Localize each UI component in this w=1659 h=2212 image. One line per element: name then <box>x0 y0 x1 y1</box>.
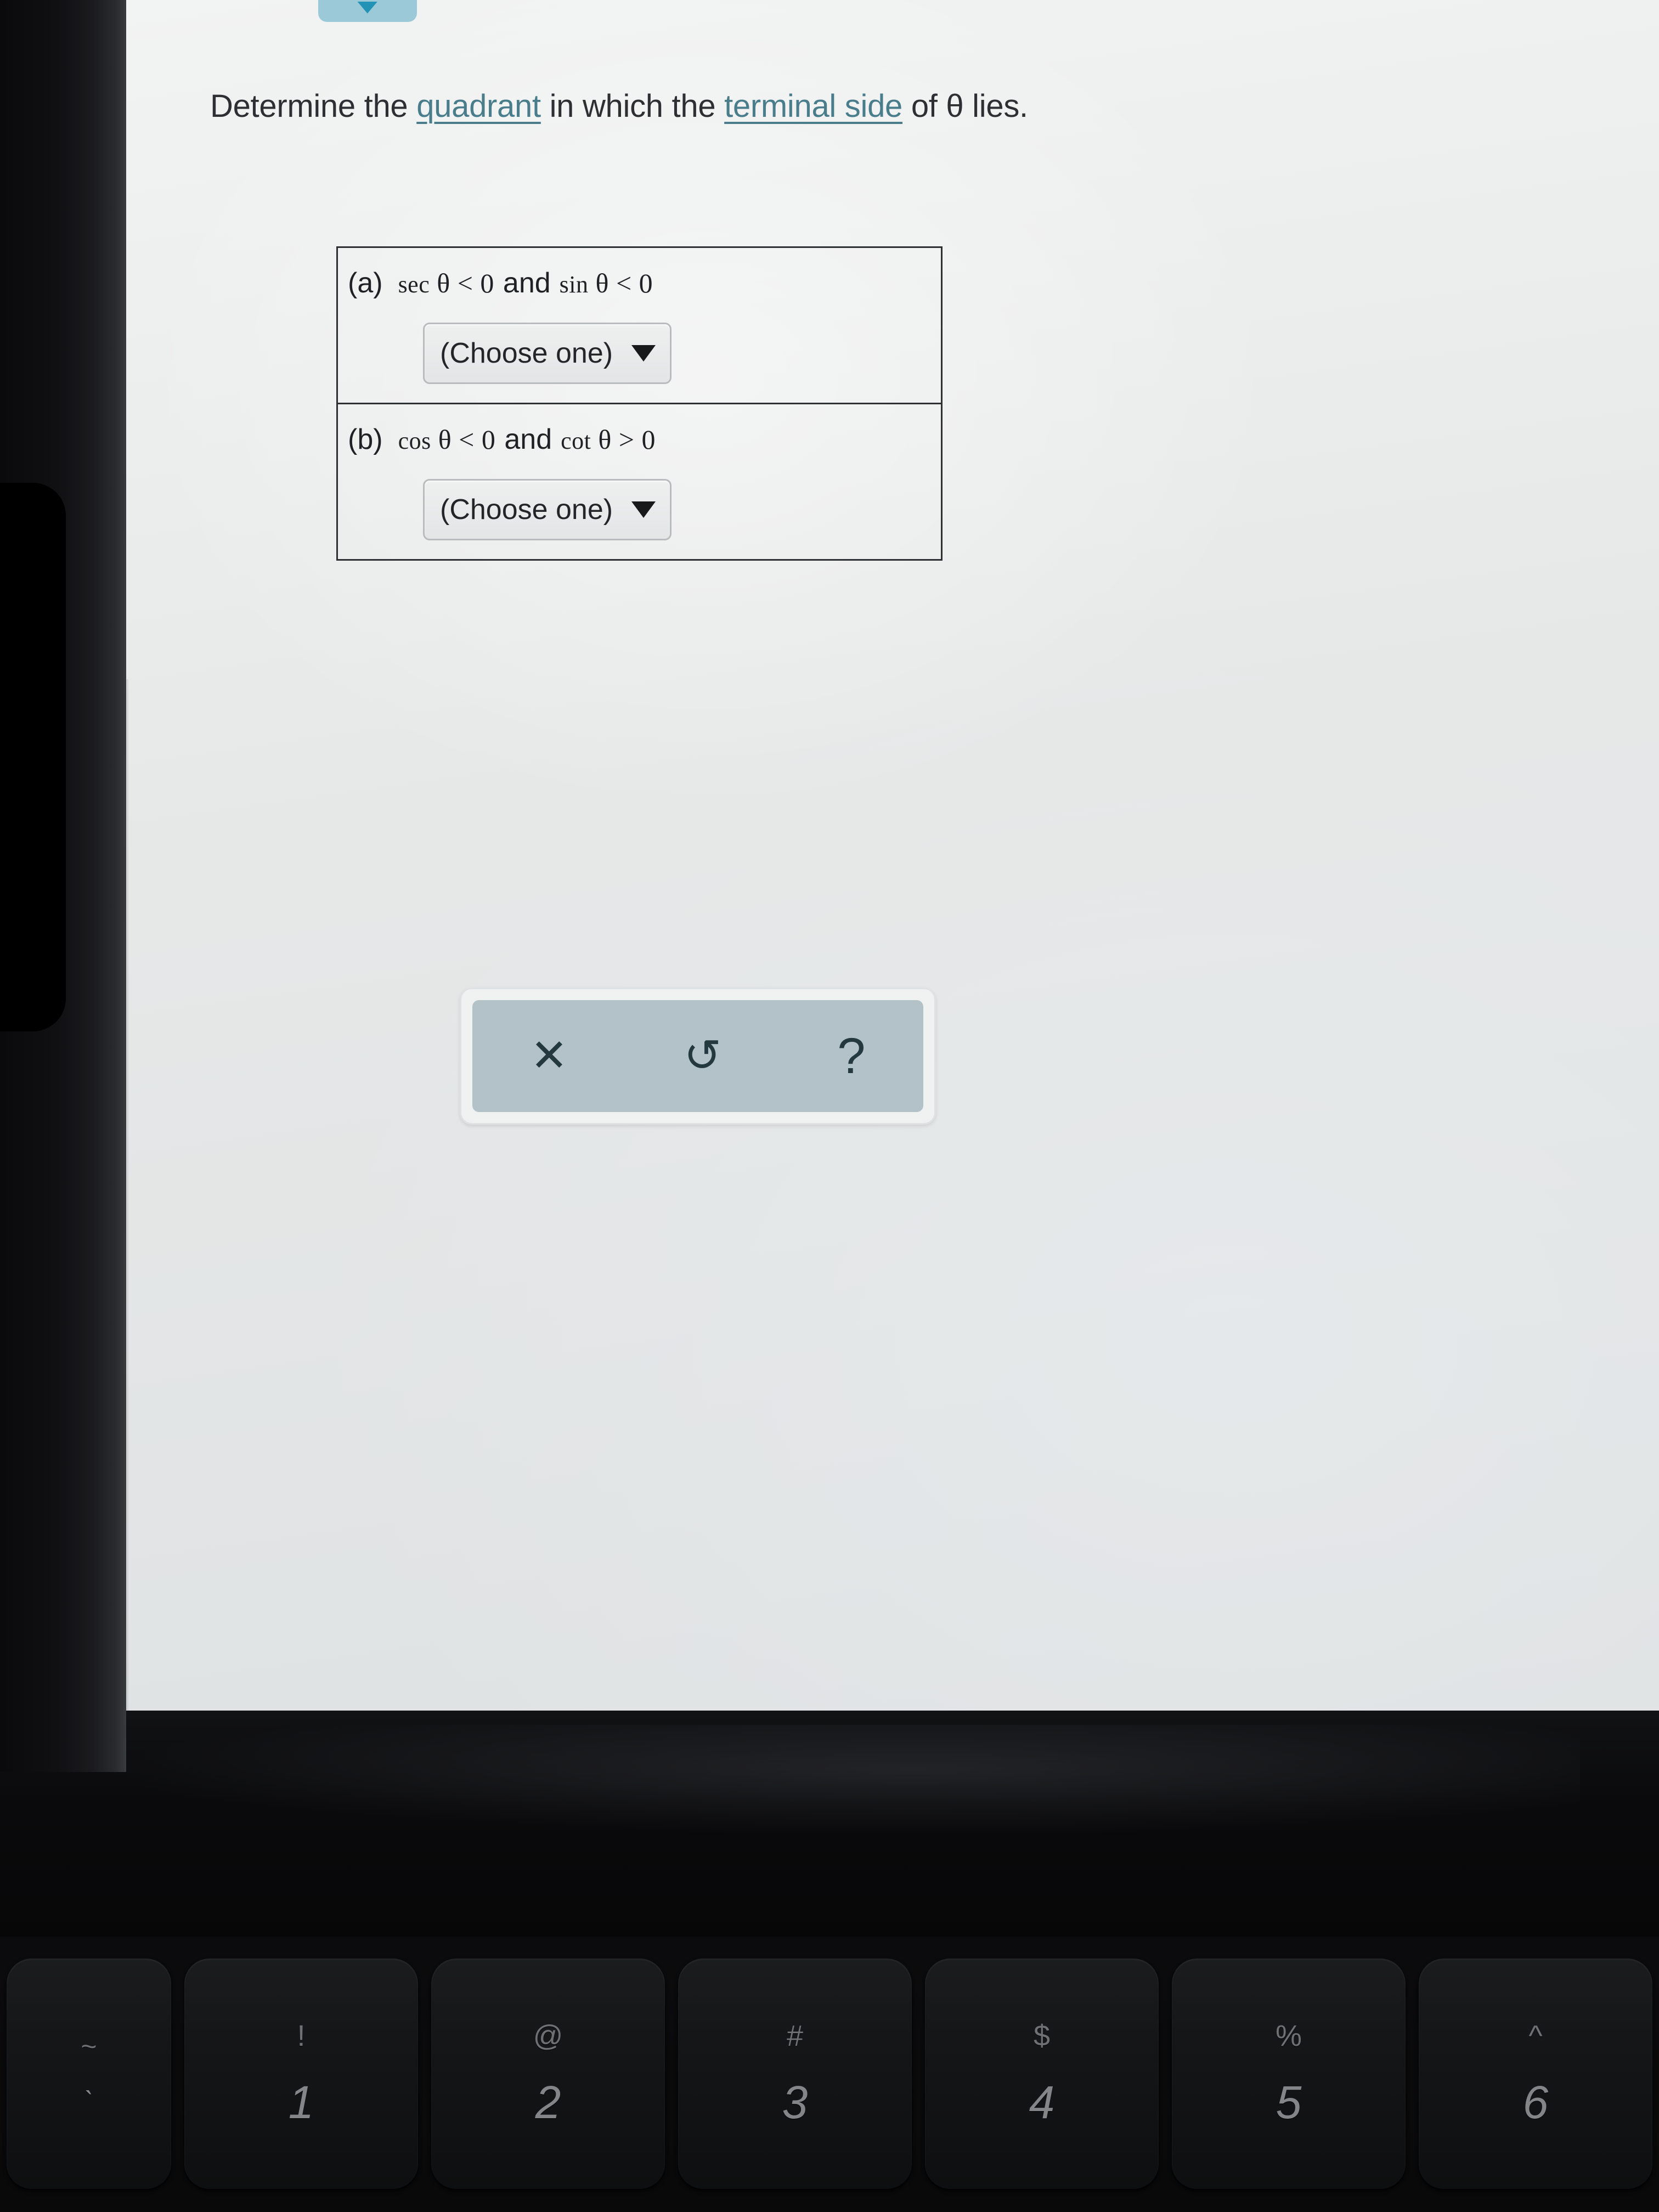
prompt-text-after: of θ lies. <box>902 88 1028 124</box>
dropdown-a-value: (Choose one) <box>440 337 613 369</box>
question-a-expr1: sec θ < 0 <box>398 267 494 299</box>
key-lower-label: 2 <box>535 2076 561 2128</box>
key-3[interactable]: #3 <box>678 1959 912 2189</box>
question-b-conjunction: and <box>504 424 552 455</box>
key-backtick[interactable]: ~ ` <box>7 1959 171 2189</box>
clear-icon[interactable]: ✕ <box>531 1034 568 1079</box>
dropdown-answer-a[interactable]: (Choose one) <box>423 323 672 384</box>
device-lower-body <box>0 1711 1659 1941</box>
device-bezel-notch <box>0 483 66 1031</box>
key-lower-label: 3 <box>782 2076 808 2128</box>
key-upper-label: ! <box>297 2019 306 2052</box>
tablet-screen: ▼ Determine the quadrant in which the te… <box>125 0 1659 1712</box>
expr-a-fn1: sec <box>398 271 430 298</box>
question-box: (a) sec θ < 0 and sin θ < 0 (Choose one) <box>336 246 943 561</box>
top-badge[interactable]: ▼ <box>318 0 417 22</box>
key-upper-label: @ <box>533 2019 563 2052</box>
chevron-down-icon <box>631 501 656 518</box>
key-upper-label: ^ <box>1528 2019 1543 2052</box>
answer-toolbar-panel: ✕ ↺ ? <box>472 1000 923 1112</box>
question-b-expr1: cos θ < 0 <box>398 424 496 455</box>
key-upper-label: % <box>1275 2019 1302 2052</box>
question-b-statement: (b) cos θ < 0 and cot θ > 0 <box>338 423 941 456</box>
expr-b-arg2: θ > 0 <box>598 424 656 455</box>
expr-b-fn1: cos <box>398 427 431 454</box>
question-b-label: (b) <box>348 424 383 455</box>
key-lower-label: 5 <box>1276 2076 1302 2128</box>
key-lower-label: ` <box>84 2086 94 2117</box>
question-a-expr2: sin θ < 0 <box>560 267 653 299</box>
question-a-label: (a) <box>348 267 383 299</box>
dropdown-answer-b[interactable]: (Choose one) <box>423 479 672 540</box>
expr-b-fn2: cot <box>561 427 591 454</box>
key-lower-label: 4 <box>1029 2076 1055 2128</box>
key-lower-label: 6 <box>1522 2076 1549 2128</box>
question-a-statement: (a) sec θ < 0 and sin θ < 0 <box>338 267 941 300</box>
link-terminal-side[interactable]: terminal side <box>724 88 902 124</box>
key-2[interactable]: @2 <box>431 1959 665 2189</box>
key-upper-label: # <box>786 2019 804 2052</box>
question-b-expr2: cot θ > 0 <box>561 424 656 455</box>
question-a-conjunction: and <box>503 267 551 299</box>
answer-toolbar: ✕ ↺ ? <box>460 988 936 1125</box>
question-row-a: (a) sec θ < 0 and sin θ < 0 (Choose one) <box>338 248 941 403</box>
key-lower-label: 1 <box>288 2076 314 2128</box>
prompt-text-before: Determine the <box>210 88 417 124</box>
key-6[interactable]: ^ 6 <box>1419 1959 1652 2189</box>
key-upper-label: ~ <box>81 2031 97 2062</box>
undo-icon[interactable]: ↺ <box>684 1034 721 1079</box>
key-1[interactable]: ! 1 <box>184 1959 418 2189</box>
key-upper-label: $ <box>1033 2019 1051 2052</box>
question-b-answer-area: (Choose one) <box>338 479 941 540</box>
question-a-answer-area: (Choose one) <box>338 323 941 384</box>
physical-keyboard: ~ `! 1 @2 #3 $4% 5 ^ 6 <box>0 1937 1659 2212</box>
expr-b-arg1: θ < 0 <box>438 424 496 455</box>
dropdown-b-value: (Choose one) <box>440 494 613 526</box>
chevron-down-icon <box>631 345 656 362</box>
help-icon[interactable]: ? <box>837 1031 865 1081</box>
prompt-text-middle: in which the <box>540 88 725 124</box>
question-row-b: (b) cos θ < 0 and cot θ > 0 (Choose one) <box>338 403 941 559</box>
link-quadrant[interactable]: quadrant <box>416 88 541 124</box>
chevron-down-icon: ▼ <box>351 0 385 18</box>
page-title: Determine the quadrant in which the term… <box>210 88 1659 125</box>
key-5[interactable]: % 5 <box>1172 1959 1406 2189</box>
keyboard-number-row: ~ `! 1 @2 #3 $4% 5 ^ 6 <box>0 1959 1659 2189</box>
expr-a-fn2: sin <box>559 271 589 298</box>
expr-a-arg2: θ < 0 <box>595 268 653 298</box>
tablet-photo: ▼ Determine the quadrant in which the te… <box>0 0 1659 2212</box>
key-4[interactable]: $4 <box>925 1959 1159 2189</box>
expr-a-arg1: θ < 0 <box>437 268 494 298</box>
